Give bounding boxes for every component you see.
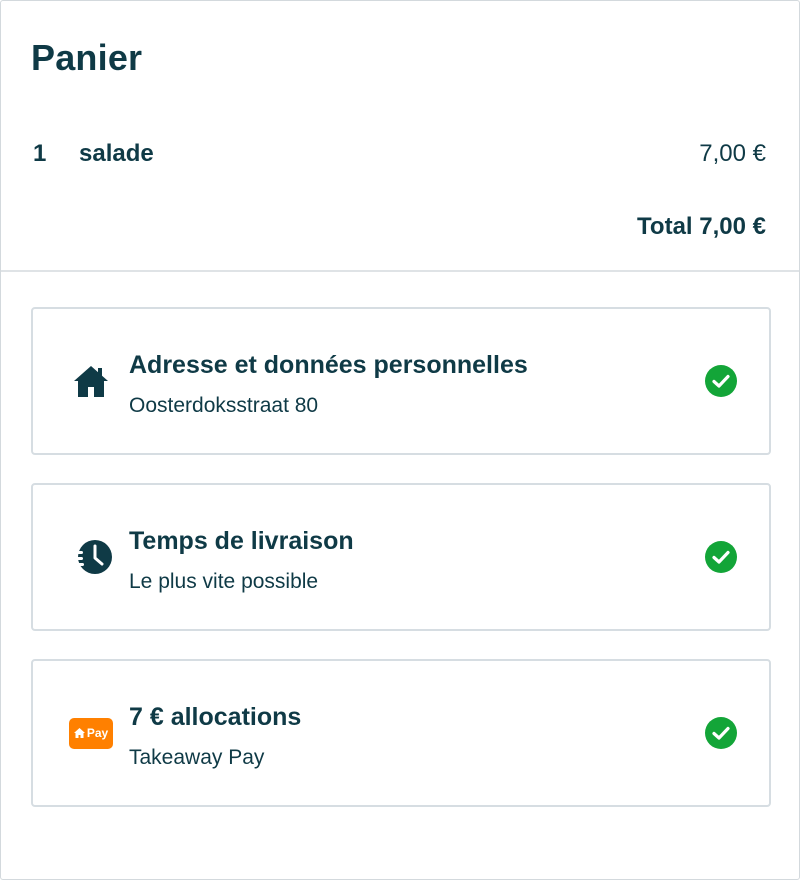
delivery-time-step-card[interactable]: Temps de livraison Le plus vite possible xyxy=(31,483,771,631)
basket-item-price: 7,00 € xyxy=(699,140,766,167)
basket-item-quantity: 1 xyxy=(33,140,47,167)
address-step-value: Oosterdoksstraat 80 xyxy=(129,394,319,417)
basket-section: Panier 1 salade 7,00 € Total 7,00 € xyxy=(1,1,799,272)
address-step-title: Adresse et données personnelles xyxy=(129,351,528,379)
takeaway-pay-icon-label: Pay xyxy=(86,726,109,740)
check-circle-icon xyxy=(705,365,737,397)
house-icon xyxy=(67,361,115,401)
fast-clock-icon xyxy=(67,537,115,577)
address-step-card[interactable]: Adresse et données personnelles Oosterdo… xyxy=(31,307,771,455)
basket-title: Panier xyxy=(31,37,143,78)
delivery-time-step-value: Le plus vite possible xyxy=(129,570,319,593)
payment-step-card[interactable]: Pay 7 € allocations Takeaway Pay xyxy=(31,659,771,807)
check-circle-icon xyxy=(705,717,737,749)
basket-total: Total 7,00 € xyxy=(637,213,766,240)
payment-step-value: Takeaway Pay xyxy=(129,746,265,769)
delivery-time-step-title: Temps de livraison xyxy=(129,527,354,555)
payment-step-title: 7 € allocations xyxy=(129,703,302,731)
check-circle-icon xyxy=(705,541,737,573)
checkout-panel: Panier 1 salade 7,00 € Total 7,00 € Adre… xyxy=(0,0,800,880)
basket-item-name: salade xyxy=(79,140,154,167)
takeaway-pay-icon: Pay xyxy=(67,713,115,753)
